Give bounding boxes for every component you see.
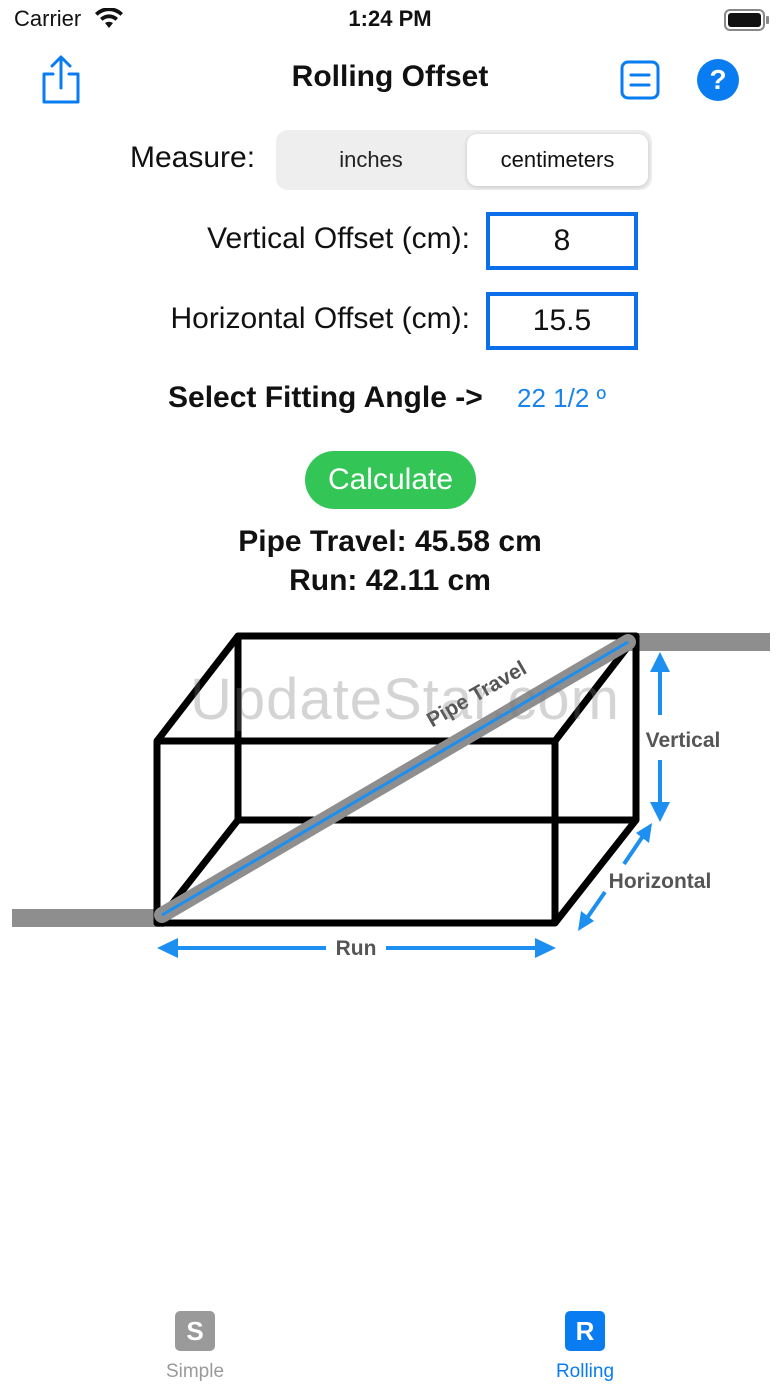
- list-icon: [620, 60, 660, 100]
- rolling-tab-icon: R: [565, 1311, 605, 1351]
- pipe-travel-result: Pipe Travel: 45.58 cm: [238, 525, 542, 558]
- status-time: 1:24 PM: [348, 6, 432, 31]
- tab-rolling-label: Rolling: [555, 1361, 615, 1382]
- measure-label: Measure:: [130, 141, 256, 174]
- page-title: Rolling Offset: [291, 60, 489, 93]
- segment-inches[interactable]: inches: [280, 134, 462, 186]
- horizontal-offset-input[interactable]: 15.5: [486, 292, 638, 350]
- horizontal-offset-label: Horizontal Offset (cm):: [170, 302, 470, 335]
- simple-tab-icon: S: [175, 1311, 215, 1351]
- battery-icon: [724, 9, 769, 31]
- help-icon: ?: [709, 64, 727, 95]
- fitting-angle-label: Select Fitting Angle ->: [168, 381, 483, 414]
- calculate-button[interactable]: Calculate: [305, 451, 476, 509]
- rolling-offset-diagram: Pipe Travel Vertical Horizontal Run: [12, 632, 770, 960]
- horizontal-diagram-label: Horizontal: [609, 870, 712, 893]
- tab-simple-label: Simple: [165, 1361, 225, 1382]
- run-diagram-label: Run: [336, 937, 377, 960]
- vertical-offset-input[interactable]: 8: [486, 212, 638, 270]
- tab-simple[interactable]: S Simple: [135, 1311, 255, 1383]
- vertical-offset-label: Vertical Offset (cm):: [207, 222, 470, 255]
- run-result: Run: 42.11 cm: [289, 564, 491, 597]
- measure-segmented-control: inches centimeters: [276, 130, 652, 190]
- help-button[interactable]: ?: [697, 59, 739, 101]
- fitting-angle-selector[interactable]: 22 1/2 º: [517, 383, 606, 414]
- list-button[interactable]: [620, 60, 660, 100]
- watermark: UpdateStar.com: [190, 667, 620, 732]
- tab-rolling[interactable]: R Rolling: [525, 1311, 645, 1383]
- vertical-diagram-label: Vertical: [646, 729, 721, 752]
- segment-centimeters[interactable]: centimeters: [467, 134, 648, 186]
